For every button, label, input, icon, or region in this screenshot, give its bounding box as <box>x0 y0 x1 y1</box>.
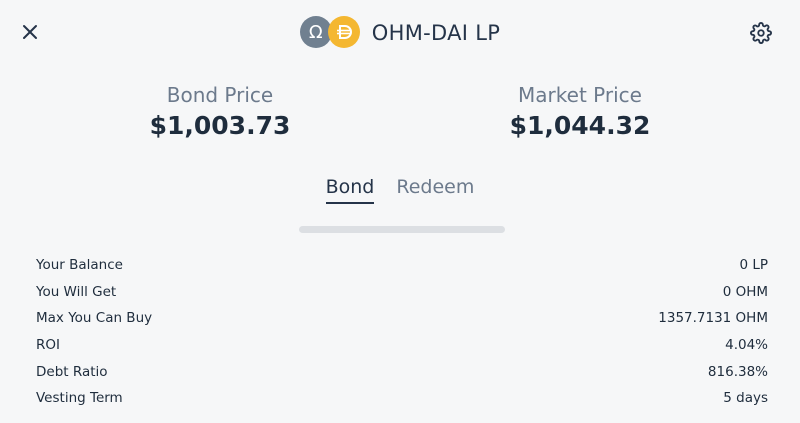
tab-redeem[interactable]: Redeem <box>396 176 474 204</box>
detail-label: Debt Ratio <box>36 363 108 380</box>
detail-row-balance: Your Balance 0 LP <box>36 252 768 279</box>
market-price-value: $1,044.32 <box>509 111 651 140</box>
bond-price-block: Bond Price $1,003.73 <box>90 82 350 142</box>
detail-value: 1357.7131 OHM <box>658 310 768 327</box>
detail-label: ROI <box>36 337 60 354</box>
gear-icon <box>750 22 772 44</box>
detail-label: Your Balance <box>36 257 123 274</box>
detail-value: 816.38% <box>707 363 768 380</box>
detail-label: Vesting Term <box>36 390 123 407</box>
bond-header: Ω OHM-DAI LP <box>0 16 800 50</box>
market-price-block: Market Price $1,044.32 <box>450 82 710 142</box>
detail-value: 0 LP <box>739 257 768 274</box>
detail-row-max-buy: Max You Can Buy 1357.7131 OHM <box>36 305 768 332</box>
detail-value: 5 days <box>723 390 768 407</box>
ohm-symbol: Ω <box>308 21 323 43</box>
detail-row-vesting-term: Vesting Term 5 days <box>36 385 768 412</box>
detail-label: Max You Can Buy <box>36 310 153 327</box>
market-price-label: Market Price <box>518 83 642 107</box>
settings-button[interactable] <box>750 22 772 44</box>
bond-price-label: Bond Price <box>166 83 274 107</box>
loading-bar <box>299 226 505 233</box>
dai-token-icon <box>327 16 360 48</box>
page-title: OHM-DAI LP <box>371 21 501 45</box>
detail-row-roi: ROI 4.04% <box>36 332 768 359</box>
detail-value: 0 OHM <box>722 283 768 300</box>
bond-details: Your Balance 0 LP You Will Get 0 OHM Max… <box>36 252 768 412</box>
bond-tabs: Bond Redeem <box>0 176 800 204</box>
detail-row-debt-ratio: Debt Ratio 816.38% <box>36 358 768 385</box>
token-pair-icons: Ω <box>299 16 364 50</box>
detail-value: 4.04% <box>725 337 768 354</box>
tab-bond[interactable]: Bond <box>325 176 375 204</box>
bond-price-value: $1,003.73 <box>149 111 291 140</box>
detail-label: You Will Get <box>36 283 117 300</box>
ohm-token-icon: Ω <box>299 16 332 48</box>
detail-row-you-will-get: You Will Get 0 OHM <box>36 279 768 306</box>
